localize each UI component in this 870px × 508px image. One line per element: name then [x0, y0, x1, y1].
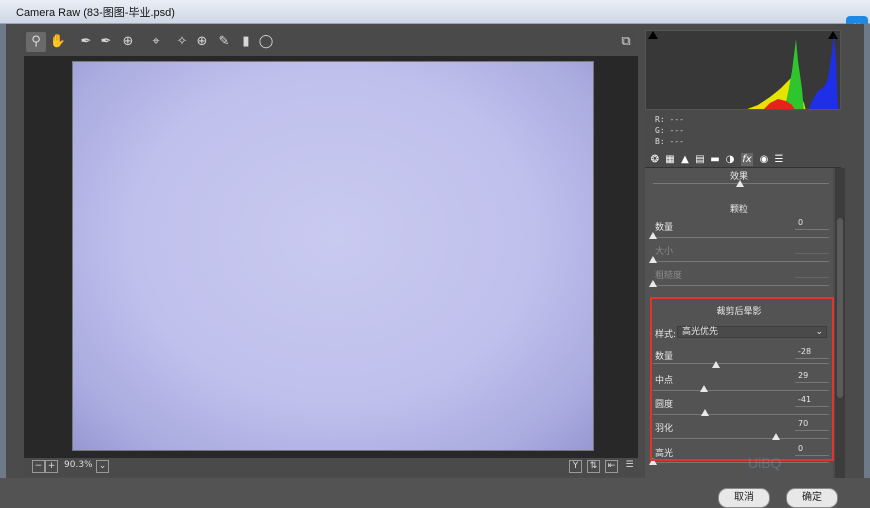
grain-size-slider[interactable] [649, 256, 657, 263]
preview-image[interactable] [72, 61, 594, 451]
dialog-footer: 取消 确定 [0, 478, 870, 508]
tab-detail-icon[interactable]: ▲ [679, 153, 691, 166]
zoom-out-button[interactable]: − [32, 460, 45, 473]
histogram [645, 30, 841, 110]
window-titlebar: Camera Raw (83-图图-毕业.psd) ∞ [0, 0, 870, 38]
grain-size-label: 大小 [655, 247, 674, 257]
highlight-annotation-box [650, 297, 834, 461]
white-balance-icon[interactable]: ✒ [76, 32, 96, 52]
grain-size-track[interactable] [653, 261, 829, 262]
preview-status-bar: − + 90.3% ⌄ Y ⇅ ⇤ ☰ [24, 458, 638, 476]
scrollbar-thumb[interactable] [837, 218, 843, 398]
watermark: UiBQ [748, 455, 782, 471]
grain-roughness-slider[interactable] [649, 280, 657, 287]
ok-button[interactable]: 确定 [786, 488, 838, 508]
brush-icon[interactable]: ✎ [214, 32, 234, 52]
swap-settings-button[interactable]: ⇅ [587, 460, 600, 473]
preferences-icon[interactable]: ☰ [623, 460, 636, 473]
fullscreen-icon[interactable]: ⧉ [616, 32, 636, 52]
image-preview-area [24, 56, 638, 458]
graduated-filter-icon[interactable]: ▮ [236, 32, 256, 52]
grain-title: 颗粒 [729, 205, 748, 215]
red-readout: R: --- [655, 115, 684, 124]
hand-icon[interactable]: ✋ [48, 32, 68, 52]
before-after-toggle[interactable]: Y [569, 460, 582, 473]
histogram-graph [747, 35, 838, 109]
tab-hsl-icon[interactable]: ▤ [694, 153, 706, 166]
tab-effects-icon[interactable]: fx [741, 153, 753, 166]
straighten-icon[interactable]: ✧ [172, 32, 192, 52]
grain-roughness-label: 粗糙度 [655, 271, 683, 281]
rgb-readout: R: --- G: --- B: --- [645, 112, 841, 152]
grain-size-value[interactable] [795, 242, 829, 254]
grain-amount-track[interactable] [653, 237, 829, 238]
tab-presets-icon[interactable]: ☰ [773, 153, 785, 166]
window-title: Camera Raw (83-图图-毕业.psd) [16, 7, 175, 19]
tab-split-toning-icon[interactable]: ▬ [709, 153, 721, 166]
spot-removal-icon[interactable]: ⊕ [192, 32, 212, 52]
color-sampler-icon[interactable]: ✒ [96, 32, 116, 52]
blue-readout: B: --- [655, 137, 684, 146]
grain-amount-slider[interactable] [649, 232, 657, 239]
tab-basic-icon[interactable]: ❂ [649, 153, 661, 166]
cancel-button[interactable]: 取消 [718, 488, 770, 508]
tab-calibration-icon[interactable]: ◉ [758, 153, 770, 166]
green-readout: G: --- [655, 126, 684, 135]
copy-settings-button[interactable]: ⇤ [605, 460, 618, 473]
vignette-highlights-track[interactable] [653, 462, 829, 463]
tab-lens-icon[interactable]: ◑ [724, 153, 736, 166]
tab-tone-curve-icon[interactable]: ▦ [664, 153, 676, 166]
zoom-dropdown-button[interactable]: ⌄ [96, 460, 109, 473]
zoom-icon[interactable]: ⚲ [26, 32, 46, 52]
effects-prev-knob[interactable] [736, 180, 744, 187]
tool-bar: ⚲ ✋ ✒ ✒ ⊕ ⌖ ✧ ⊕ ✎ ▮ ◯ ⧉ [22, 30, 638, 54]
grain-amount-value[interactable]: 0 [795, 218, 829, 230]
targeted-adjust-icon[interactable]: ⊕ [118, 32, 138, 52]
radial-filter-icon[interactable]: ◯ [256, 32, 276, 52]
grain-roughness-value[interactable] [795, 266, 829, 278]
zoom-in-button[interactable]: + [45, 460, 58, 473]
grain-roughness-track[interactable] [653, 285, 829, 286]
grain-amount-label: 数量 [655, 223, 674, 233]
zoom-level: 90.3% [64, 460, 93, 470]
crop-icon[interactable]: ⌖ [146, 32, 166, 52]
panel-tabs: ❂ ▦ ▲ ▤ ▬ ◑ fx ◉ ☰ [645, 152, 841, 168]
panel-scrollbar[interactable] [835, 168, 845, 478]
